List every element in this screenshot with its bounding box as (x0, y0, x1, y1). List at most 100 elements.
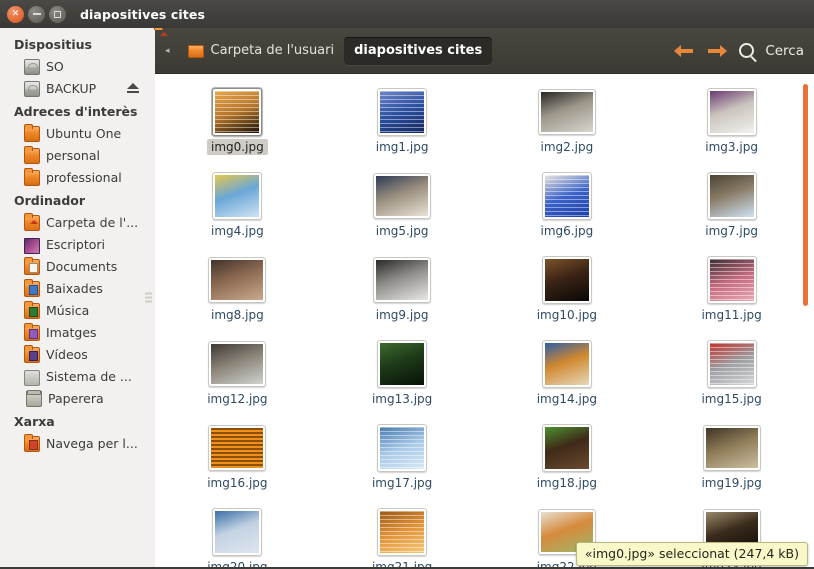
file-item[interactable]: img1.jpg (320, 82, 485, 166)
file-item[interactable]: img12.jpg (155, 334, 320, 418)
file-item[interactable]: img16.jpg (155, 418, 320, 502)
sidebar-item-label: BACKUP (46, 80, 97, 96)
sidebar-item-personal[interactable]: personal (0, 144, 155, 166)
thumbnail-image (376, 176, 429, 216)
sidebar-item-label: Documents (46, 258, 118, 274)
music-folder-icon (24, 301, 40, 319)
sidebar-item-label: Baixades (46, 280, 103, 296)
file-thumbnail (703, 340, 761, 388)
sidebar-item-browse-network[interactable]: Navega per l... (0, 432, 155, 454)
title-bar: ✕ diapositives cites (0, 0, 814, 28)
file-thumbnail (373, 172, 432, 220)
file-item[interactable]: img0.jpg (155, 82, 320, 166)
file-thumbnail (538, 172, 596, 220)
sidebar-item-videos[interactable]: Vídeos (0, 343, 155, 365)
thumbnail-frame (373, 257, 432, 303)
file-item[interactable]: img3.jpg (649, 82, 814, 166)
file-thumbnail (208, 256, 267, 304)
sidebar-item-downloads[interactable]: Baixades (0, 277, 155, 299)
thumbnail-image (709, 91, 754, 133)
sidebar-item-trash[interactable]: Paperera (0, 387, 155, 409)
sidebar-item-pictures[interactable]: Imatges (0, 321, 155, 343)
thumbnail-frame (541, 340, 592, 388)
thumbnail-frame (373, 173, 432, 219)
sidebar-item-label: Escriptori (46, 236, 105, 252)
filesystem-icon (24, 369, 40, 386)
file-item[interactable]: img8.jpg (155, 250, 320, 334)
sidebar-item-ubuntu-one[interactable]: Ubuntu One (0, 122, 155, 144)
thumbnail-frame (702, 425, 761, 471)
thumbnail-image (709, 175, 754, 217)
sidebar-item-documents[interactable]: Documents (0, 255, 155, 277)
file-item[interactable]: img6.jpg (485, 166, 650, 250)
trash-icon (26, 389, 42, 407)
file-thumbnail (208, 172, 266, 220)
sidebar-item-label: Sistema de ... (46, 368, 132, 384)
drive-icon (24, 59, 40, 75)
sidebar-heading-computer: Ordinador (14, 193, 86, 208)
thumbnail-image (215, 91, 260, 133)
toolbar-actions: Cerca (674, 41, 804, 61)
home-folder-icon (187, 45, 204, 58)
breadcrumb-current-folder[interactable]: diapositives cites (344, 36, 493, 65)
file-item[interactable]: img11.jpg (649, 250, 814, 334)
thumbnail-frame (706, 256, 757, 304)
back-arrow-icon[interactable] (674, 41, 696, 61)
file-name-label: img14.jpg (536, 392, 598, 406)
window-body: Dispositius SO BACKUP Adreces d'interès … (0, 28, 814, 569)
thumbnail-frame (377, 88, 428, 136)
forward-arrow-icon[interactable] (705, 41, 728, 61)
sidebar-item-desktop[interactable]: Escriptori (0, 233, 155, 255)
file-thumbnail (373, 340, 431, 388)
file-item[interactable]: img13.jpg (320, 334, 485, 418)
vertical-scrollbar[interactable] (800, 74, 811, 569)
file-item[interactable]: img20.jpg (155, 502, 320, 569)
sidebar-item-music[interactable]: Música (0, 299, 155, 321)
file-item[interactable]: img7.jpg (649, 166, 814, 250)
breadcrumb-collapse-icon[interactable]: ◂ (165, 46, 170, 56)
file-item[interactable]: img5.jpg (320, 166, 485, 250)
thumbnail-image (705, 428, 758, 468)
file-item[interactable]: img17.jpg (320, 418, 485, 502)
file-thumbnail (208, 340, 267, 388)
file-item[interactable]: img4.jpg (155, 166, 320, 250)
search-icon[interactable] (739, 43, 755, 58)
sidebar-item-so[interactable]: SO (0, 55, 155, 77)
videos-folder-icon (24, 345, 40, 363)
places-sidebar[interactable]: Dispositius SO BACKUP Adreces d'interès … (0, 28, 155, 569)
file-item[interactable]: img19.jpg (649, 418, 814, 502)
sidebar-item-professional[interactable]: professional (0, 166, 155, 188)
thumbnail-image (540, 92, 593, 132)
file-item[interactable]: img10.jpg (485, 250, 650, 334)
folder-icon (24, 124, 40, 142)
minimize-button[interactable] (28, 5, 45, 23)
eject-icon[interactable] (127, 82, 139, 94)
folder-icon (24, 168, 40, 186)
scrollbar-thumb[interactable] (803, 84, 808, 306)
file-item[interactable]: img18.jpg (485, 418, 650, 502)
sidebar-item-filesystem[interactable]: Sistema de ... (0, 365, 155, 387)
sidebar-resize-handle[interactable] (145, 292, 152, 305)
close-button[interactable]: ✕ (7, 5, 24, 23)
file-item[interactable]: img9.jpg (320, 250, 485, 334)
file-name-label: img10.jpg (536, 308, 598, 322)
icon-view[interactable]: img0.jpg img1.jpg img2.jpg img3.jpg img4.jpg… (155, 73, 814, 569)
file-item[interactable]: img15.jpg (649, 334, 814, 418)
thumbnail-frame (377, 340, 428, 388)
file-name-label: img3.jpg (705, 140, 758, 154)
breadcrumb-home-folder[interactable]: Carpeta de l'usuari (178, 37, 345, 65)
thumbnail-image (380, 91, 425, 133)
file-thumbnail (373, 88, 431, 136)
file-thumbnail (373, 256, 432, 304)
file-name-label: img16.jpg (207, 476, 268, 490)
thumbnail-image (380, 427, 425, 469)
search-label[interactable]: Cerca (765, 43, 804, 59)
file-item[interactable]: img21.jpg (320, 502, 485, 569)
sidebar-item-backup[interactable]: BACKUP (0, 77, 155, 99)
sidebar-item-home-folder[interactable]: Carpeta de l'... (0, 211, 155, 233)
file-name-label: img4.jpg (211, 224, 264, 238)
file-item[interactable]: img14.jpg (485, 334, 650, 418)
file-item[interactable]: img2.jpg (485, 82, 650, 166)
maximize-button[interactable] (49, 5, 66, 23)
file-thumbnail (538, 340, 596, 388)
